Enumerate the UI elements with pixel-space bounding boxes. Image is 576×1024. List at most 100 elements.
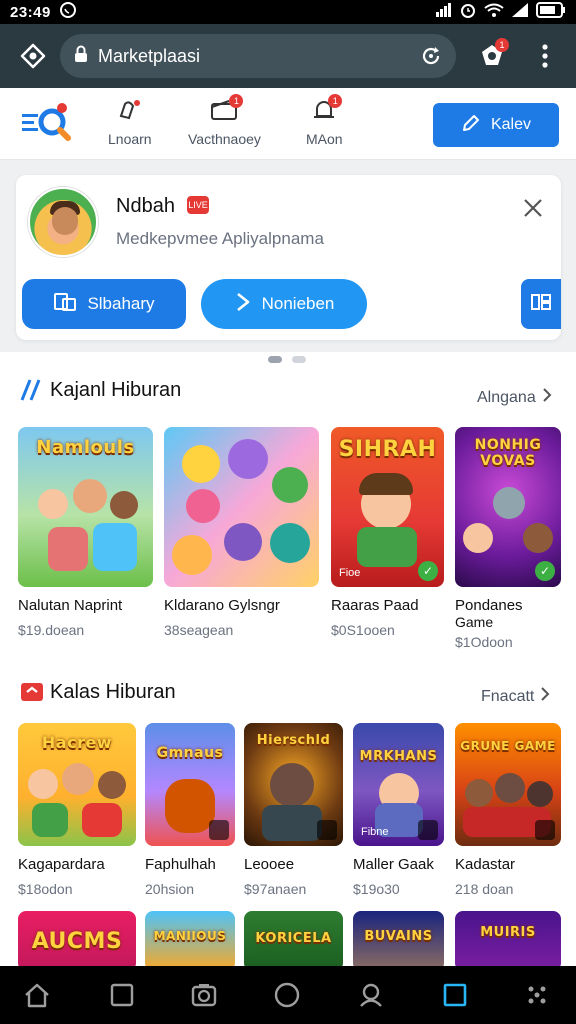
game-card[interactable]: KORICELA [244, 911, 343, 971]
avatar[interactable] [28, 187, 98, 257]
section-more-link[interactable]: Fnacatt [481, 686, 550, 707]
nav-label: Vacthnaoey [188, 131, 261, 147]
kalev-button[interactable]: Kalev [433, 103, 559, 147]
game-card[interactable]: BUVAINS [353, 911, 444, 971]
game-name: Raaras Paad [331, 597, 419, 614]
circle-icon[interactable] [273, 981, 301, 1009]
profile-name: Ndbah [116, 195, 175, 217]
section-title: Kalas Hiburan [50, 681, 176, 703]
game-card[interactable]: Namlouls Nalutan Naprint $19.doean [18, 427, 153, 638]
bell-icon: 1 [311, 94, 343, 125]
arrow-right-icon [234, 292, 252, 317]
game-card[interactable]: AUCMS [18, 911, 136, 971]
game-card[interactable]: Hierschld Leooee $97anaen [244, 723, 343, 897]
game-card[interactable]: SIHRAH Fioe ✓ Raaras Paad $0S1ooen [331, 427, 444, 638]
camera-icon[interactable] [190, 981, 218, 1009]
notification-icon[interactable]: 1 [478, 38, 509, 74]
game-card[interactable]: Gmnaus Faphulhah 20hsion [145, 723, 235, 897]
top-nav: Lnoarn 1 Vacthnaoey 1 MAon Kalev [0, 88, 576, 160]
game-thumbnail: MUIRIS [455, 911, 561, 971]
thumb-label: Fibne [361, 826, 389, 838]
game-card[interactable]: MUIRIS [455, 911, 561, 971]
profile-subtitle: Medkepvmee Apliyalpnama [116, 229, 324, 248]
nav-badge: 1 [229, 94, 244, 108]
section-title: Kajanl Hiburan [50, 379, 182, 401]
thumb-title: MANIIOUS [153, 929, 227, 943]
bottom-navigation-bar [0, 966, 576, 1024]
game-thumbnail: Hierschld [244, 723, 343, 846]
square-icon[interactable] [108, 981, 136, 1009]
game-price: 38seagean [164, 622, 234, 638]
game-price: $97anaen [244, 881, 307, 897]
wallet-icon: 1 [209, 94, 244, 125]
game-thumbnail [164, 427, 319, 587]
live-badge: LIVE [187, 196, 209, 214]
address-bar[interactable]: Marketplaasi [60, 34, 456, 78]
game-thumbnail: Hacrew [18, 723, 136, 846]
library-icon [53, 291, 77, 318]
game-name: Nalutan Naprint [18, 597, 123, 614]
battery-icon [536, 2, 566, 22]
edit-pen-icon [117, 98, 143, 125]
game-thumbnail: GRUNE GAME [455, 723, 561, 846]
grid-button[interactable] [521, 279, 561, 329]
thumb-title: Gmnaus [156, 745, 224, 761]
game-price: $0S1ooen [331, 622, 395, 638]
thumb-title: Namlouls [36, 437, 135, 458]
game-price: 218 doan [455, 881, 514, 897]
close-icon[interactable] [522, 197, 544, 219]
carousel-dots[interactable] [268, 356, 306, 363]
more-menu-icon[interactable] [540, 43, 550, 74]
nav-item-lnoarn[interactable]: Lnoarn [108, 98, 152, 147]
game-name: Leooee [244, 856, 295, 873]
browser-home-icon[interactable] [20, 43, 46, 74]
kalev-button-label: Kalev [490, 116, 532, 133]
search-logo-icon[interactable] [20, 102, 76, 151]
chevron-right-icon [542, 387, 552, 408]
status-time: 23:49 [10, 3, 51, 21]
game-thumbnail: SIHRAH Fioe ✓ [331, 427, 444, 587]
library-button[interactable]: Slbahary [22, 279, 186, 329]
game-thumbnail: Namlouls [18, 427, 153, 587]
nav-item-vacthnaoey[interactable]: 1 Vacthnaoey [188, 94, 261, 147]
dots-icon[interactable] [523, 981, 551, 1009]
refresh-icon[interactable] [420, 45, 442, 72]
game-card[interactable]: Hacrew Kagapardara $18odon [18, 723, 136, 897]
section-slash-icon [20, 378, 44, 407]
nav-label: MAon [306, 131, 343, 147]
game-thumbnail: BUVAINS [353, 911, 444, 971]
square-active-icon[interactable] [441, 981, 469, 1009]
game-thumbnail: NONHIG VOVAS ✓ [455, 427, 561, 587]
home-icon[interactable] [23, 981, 51, 1009]
game-thumbnail: MANIIOUS [145, 911, 235, 971]
game-card[interactable]: Kldarano Gylsngr 38seagean [164, 427, 319, 638]
search-icon[interactable] [357, 981, 385, 1009]
next-button[interactable]: Nonieben [201, 279, 367, 329]
pencil-icon [461, 113, 481, 138]
game-card[interactable]: MANIIOUS [145, 911, 235, 971]
profile-card: Ndbah LIVE Medkepvmee Apliyalpnama Slbah… [16, 175, 561, 340]
nav-item-maon[interactable]: 1 MAon [306, 94, 343, 147]
thumb-title: MUIRIS [480, 925, 536, 940]
section-more-label: Alngana [477, 388, 536, 406]
game-thumbnail: MRKHANS Fibne [353, 723, 444, 846]
section-more-link[interactable]: Alngana [477, 387, 552, 408]
badge-icon [209, 820, 229, 840]
avatar-face [52, 207, 78, 235]
notification-badge: 1 [495, 38, 509, 52]
carousel-dot[interactable] [292, 356, 306, 363]
game-card[interactable]: MRKHANS Fibne Maller Gaak $19o30 [353, 723, 444, 897]
game-name-line2: Game [455, 614, 494, 630]
whatsapp-icon [59, 1, 77, 23]
game-thumbnail: Gmnaus [145, 723, 235, 846]
game-price: $1Odoon [455, 634, 513, 650]
game-card[interactable]: NONHIG VOVAS ✓ Pondanes Game $1Odoon [455, 427, 561, 650]
nav-badge: 1 [328, 94, 343, 108]
signal-icon [436, 3, 452, 21]
carousel-dot[interactable] [268, 356, 282, 363]
game-name: Kadastar [455, 856, 516, 873]
alarm-icon [460, 2, 476, 22]
badge-icon [535, 820, 555, 840]
game-card[interactable]: GRUNE GAME Kadastar 218 doan [455, 723, 561, 897]
lock-icon [74, 45, 88, 68]
